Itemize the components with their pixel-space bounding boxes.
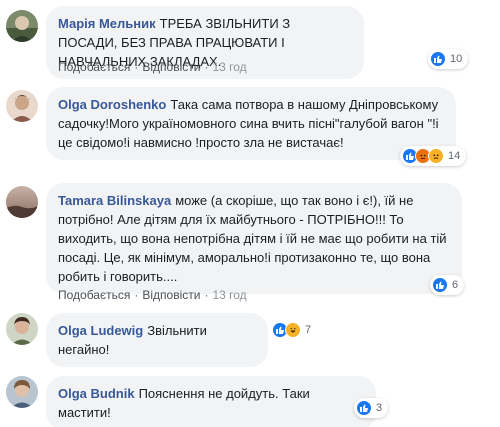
- comment-author[interactable]: Olga Ludewig: [58, 323, 143, 338]
- like-icon: [430, 51, 446, 67]
- comment-timestamp[interactable]: 13 год: [212, 288, 246, 302]
- avatar[interactable]: [6, 313, 38, 345]
- avatar[interactable]: [6, 10, 38, 42]
- avatar[interactable]: [6, 90, 38, 122]
- comment-actions: Подобається · Відповісти · 13 год: [58, 288, 247, 302]
- reaction-count: 6: [452, 279, 459, 291]
- reaction-count: 7: [305, 324, 312, 336]
- reaction-count: 14: [448, 150, 461, 162]
- reactions-summary[interactable]: 10: [428, 49, 469, 69]
- comment-author[interactable]: Tamara Bilinskaya: [58, 193, 171, 208]
- reply-link[interactable]: Відповісти: [142, 60, 200, 74]
- reactions-summary[interactable]: 14: [400, 146, 467, 166]
- comment-timestamp[interactable]: 13 год: [212, 60, 246, 74]
- avatar[interactable]: [6, 186, 38, 218]
- reactions-summary[interactable]: 6: [430, 275, 465, 295]
- comment-author[interactable]: Olga Doroshenko: [58, 97, 166, 112]
- comment-author[interactable]: Марія Мельник: [58, 16, 156, 31]
- sad-icon: [428, 148, 444, 164]
- comment-bubble: Olga Budnik Пояснення не дойдуть. Таки ма…: [46, 376, 376, 427]
- reaction-count: 3: [376, 402, 383, 414]
- like-link[interactable]: Подобається: [58, 60, 130, 74]
- comment-bubble: Olga Doroshenko Така сама потвора в нашом…: [46, 87, 456, 160]
- haha-icon: [285, 322, 301, 338]
- comment-bubble: Olga Ludewig Звільнити негайно!: [46, 313, 268, 367]
- avatar[interactable]: [6, 376, 38, 408]
- like-link[interactable]: Подобається: [58, 288, 130, 302]
- like-icon: [356, 400, 372, 416]
- reaction-count: 10: [450, 53, 463, 65]
- reply-link[interactable]: Відповісти: [142, 288, 200, 302]
- like-icon: [432, 277, 448, 293]
- comment-author[interactable]: Olga Budnik: [58, 386, 135, 401]
- reactions-summary[interactable]: 3: [354, 398, 389, 418]
- reactions-summary[interactable]: 7: [270, 320, 311, 340]
- comment-bubble: Tamara Bilinskaya може (а скоріше, що так…: [46, 183, 462, 294]
- comment-actions: Подобається · Відповісти · 13 год: [58, 60, 247, 74]
